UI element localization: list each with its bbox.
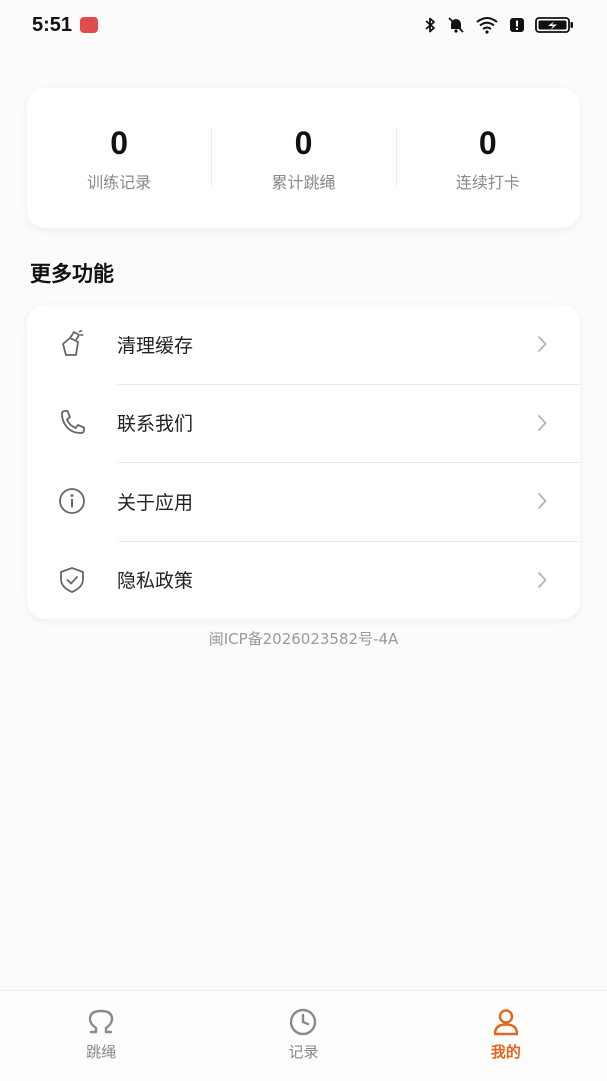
battery-charging-icon xyxy=(535,17,573,33)
status-icons xyxy=(423,16,575,34)
stat-label: 训练记录 xyxy=(87,173,152,192)
alert-icon xyxy=(510,18,524,32)
menu-item-contact-us[interactable]: 联系我们 xyxy=(27,383,580,463)
status-left: 5:51 xyxy=(32,13,99,37)
status-bar: 5:51 xyxy=(0,0,607,50)
menu-item-about-app[interactable]: 关于应用 xyxy=(27,462,580,541)
stat-training-records: 0 训练记录 xyxy=(27,123,211,193)
tab-label: 记录 xyxy=(288,1043,319,1061)
stat-label: 累计跳绳 xyxy=(271,173,336,192)
clock-icon xyxy=(290,1008,317,1036)
chevron-right-icon xyxy=(536,492,548,510)
stat-value: 0 xyxy=(110,125,129,161)
menu-item-label: 联系我们 xyxy=(117,413,194,436)
tab-mine[interactable]: 我的 xyxy=(405,991,607,1081)
stats-card: 0 训练记录 0 累计跳绳 0 连续打卡 xyxy=(27,88,580,228)
mute-bell-icon xyxy=(448,17,464,33)
menu-item-label: 关于应用 xyxy=(117,491,194,514)
tab-label: 我的 xyxy=(490,1043,521,1061)
app-notification-icon xyxy=(80,17,99,33)
menu-item-label: 隐私政策 xyxy=(117,570,194,593)
status-time: 5:51 xyxy=(32,13,73,36)
wifi-icon xyxy=(476,17,498,34)
stat-total-jumps: 0 累计跳绳 xyxy=(211,123,395,193)
phone-icon xyxy=(55,406,89,440)
section-title: 更多功能 xyxy=(30,262,114,286)
chevron-right-icon xyxy=(536,335,548,353)
jump-rope-icon xyxy=(88,1009,114,1034)
stat-label: 连续打卡 xyxy=(455,173,520,192)
stat-value: 0 xyxy=(294,125,313,161)
bluetooth-icon xyxy=(425,17,435,33)
icp-license-text[interactable]: 闽ICP备2026023582号-4A xyxy=(0,628,607,649)
info-icon xyxy=(55,484,89,518)
chevron-right-icon xyxy=(536,571,548,589)
menu-item-label: 清理缓存 xyxy=(117,334,194,357)
tab-records[interactable]: 记录 xyxy=(202,991,404,1081)
stat-value: 0 xyxy=(478,125,497,161)
tab-label: 跳绳 xyxy=(86,1043,117,1061)
clean-brush-icon xyxy=(55,327,89,361)
shield-check-icon xyxy=(55,563,89,597)
tab-jump-rope[interactable]: 跳绳 xyxy=(0,991,202,1081)
chevron-right-icon xyxy=(536,414,548,432)
menu-item-privacy-policy[interactable]: 隐私政策 xyxy=(27,540,580,620)
bottom-nav: 跳绳 记录 我的 xyxy=(0,990,607,1081)
user-icon xyxy=(493,1009,519,1036)
menu-item-clear-cache[interactable]: 清理缓存 xyxy=(27,305,580,384)
stat-streak: 0 连续打卡 xyxy=(395,123,580,193)
menu-card: 清理缓存 联系我们 关于应用 隐私政策 xyxy=(27,305,580,619)
